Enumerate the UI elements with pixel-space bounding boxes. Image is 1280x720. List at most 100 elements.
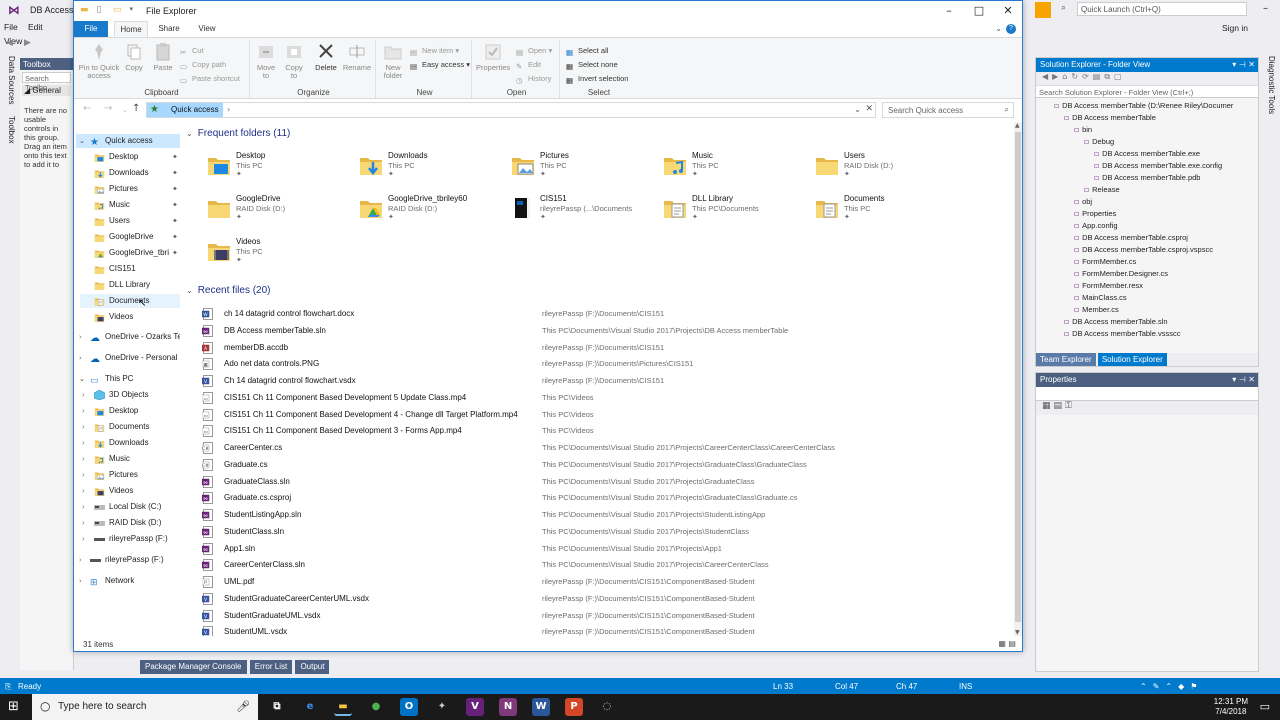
recent-file-row[interactable]: C# CareerCenter.cs This PC\Documents\Visua… <box>200 440 1000 456</box>
feedback-flag-icon[interactable] <box>1035 2 1051 18</box>
nav-pc-item[interactable]: › rileyrePassp (F:) <box>80 532 180 546</box>
select-none-button[interactable]: ▦ Select none <box>566 59 618 71</box>
solution-tree-item[interactable]: ▫ App.config <box>1036 220 1258 232</box>
recent-file-row[interactable]: ⋈ DB Access memberTable.sln This PC\Docume… <box>200 323 1000 339</box>
status-tray-icons[interactable]: ⌃✎⌃◆⚑ <box>1140 682 1203 691</box>
app-bird-taskbar-icon[interactable]: ✦ <box>433 698 451 716</box>
vs-sign-in-link[interactable]: Sign in <box>1222 23 1248 33</box>
nav-pinned-item[interactable]: Users ✦ <box>80 214 180 228</box>
recent-file-row[interactable]: V StudentGraduateCareerCenterUML.vsdx rile… <box>200 591 1000 607</box>
nav-pc-item[interactable]: › Local Disk (C:) <box>80 500 180 514</box>
panel-controls-icon[interactable]: ▾ ⊣ ✕ <box>1232 375 1255 384</box>
expand-chevron-icon[interactable]: › <box>79 574 82 588</box>
properties-object-dropdown[interactable] <box>1036 387 1258 401</box>
data-sources-tab[interactable]: Data Sources <box>2 56 16 104</box>
solution-tree-item[interactable]: ▫ DB Access memberTable.vssscc <box>1036 328 1258 340</box>
categorized-icon[interactable]: ▦▤⚿ <box>1042 401 1075 411</box>
recent-file-row[interactable]: ⋈ GraduateClass.sln This PC\Documents\Visu… <box>200 474 1000 490</box>
recent-file-row[interactable]: ▭ CIS151 Ch 11 Component Based Developmen… <box>200 423 1000 439</box>
vs-menu-edit[interactable]: Edit <box>24 20 47 34</box>
frequent-folder-tile[interactable]: GoogleDrive_tbriley60 RAID Disk (D:) ✦ <box>338 191 488 231</box>
powerpoint-taskbar-icon[interactable]: P <box>565 698 583 716</box>
expand-chevron-icon[interactable]: › <box>82 532 85 546</box>
recent-file-row[interactable]: V StudentUML.vsdx rileyrePassp (F:)\Docume… <box>200 624 1000 636</box>
recent-file-row[interactable]: ▦ Ado net data controls.PNG rileyrePassp (… <box>200 356 1000 372</box>
nav-onedrive-ozarks[interactable]: › ☁ OneDrive - Ozarks Te <box>76 330 180 344</box>
nav-pinned-item[interactable]: Downloads ✦ <box>80 166 180 180</box>
delete-button[interactable]: Delete <box>312 42 340 72</box>
error-list-tab[interactable]: Error List <box>249 660 293 674</box>
content-scrollbar[interactable]: ▲ ▼ <box>1014 122 1022 636</box>
pin-to-quick-access-button[interactable]: Pin to Quick access <box>76 42 122 80</box>
nav-pc-item[interactable]: › Music <box>80 452 180 466</box>
rename-button[interactable]: Rename <box>342 42 372 72</box>
frequent-folder-tile[interactable]: Videos This PC ✦ <box>186 234 336 274</box>
frequent-folder-tile[interactable]: CIS151 rileyrePassp (...\Documents ✦ <box>490 191 640 231</box>
help-icon[interactable]: ? <box>1006 24 1016 34</box>
quick-launch-input[interactable]: Quick Launch (Ctrl+Q) <box>1077 2 1247 16</box>
nav-pc-item[interactable]: › 3D Objects <box>80 388 180 402</box>
close-button[interactable]: ✕ <box>993 3 1023 19</box>
nav-pinned-item[interactable]: Desktop ✦ <box>80 150 180 164</box>
expand-chevron-icon[interactable]: › <box>82 500 85 514</box>
refresh-icon[interactable]: ✕ <box>865 104 873 114</box>
cut-button[interactable]: ✂ Cut <box>180 45 204 57</box>
edge-taskbar-icon[interactable]: e <box>301 698 319 716</box>
scroll-down-icon[interactable]: ▼ <box>1015 629 1020 636</box>
easy-access-button[interactable]: ▤ Easy access ▾ <box>410 59 470 71</box>
frequent-folder-tile[interactable]: Downloads This PC ✦ <box>338 148 488 188</box>
word-taskbar-icon[interactable]: W <box>532 698 550 716</box>
nav-pinned-item[interactable]: Pictures ✦ <box>80 182 180 196</box>
panel-controls-icon[interactable]: ▾ ⊣ ✕ <box>1232 60 1255 69</box>
solution-explorer-search-input[interactable]: Search Solution Explorer - Folder View (… <box>1036 86 1258 98</box>
vs-back-icon[interactable]: ◀ <box>6 38 13 48</box>
copy-button[interactable]: Copy <box>122 42 146 72</box>
output-tab[interactable]: Output <box>295 660 330 674</box>
move-to-button[interactable]: Move to <box>254 42 278 80</box>
expand-chevron-icon[interactable]: › <box>79 351 82 365</box>
vs-forward-icon[interactable]: ▶ <box>24 38 31 48</box>
solution-tree-item[interactable]: ▫ FormMember.cs <box>1036 256 1258 268</box>
search-quick-access-input[interactable]: Search Quick access ⌕ <box>882 102 1014 118</box>
nav-pc-item[interactable]: › Downloads <box>80 436 180 450</box>
invert-selection-button[interactable]: ▦ Invert selection <box>566 73 628 85</box>
collapse-chevron-icon[interactable]: ⌄ <box>79 134 85 148</box>
edit-button[interactable]: ✎ Edit <box>516 59 541 71</box>
taskbar-clock[interactable]: 12:31 PM 7/4/2018 <box>1214 697 1248 717</box>
nav-recent-item[interactable]: Videos <box>80 310 180 324</box>
new-folder-button[interactable]: New folder <box>380 42 406 80</box>
forward-arrow-icon[interactable]: → <box>104 103 112 114</box>
history-button[interactable]: ◷ History <box>516 73 551 85</box>
nav-recent-item[interactable]: CIS151 <box>80 262 180 276</box>
solution-tree-item[interactable]: ▫ Member.cs <box>1036 304 1258 316</box>
scrollbar-thumb[interactable] <box>1015 132 1021 622</box>
recent-file-row[interactable]: ▭ CIS151 Ch 11 Component Based Developmen… <box>200 390 1000 406</box>
copy-path-button[interactable]: ▭ Copy path <box>180 59 226 71</box>
solution-tree-item[interactable]: ▫ DB Access memberTable.sln <box>1036 316 1258 328</box>
solution-tree-item[interactable]: ▫ DB Access memberTable.exe <box>1036 148 1258 160</box>
recent-files-header[interactable]: ⌄ Recent files (20) <box>186 285 271 296</box>
minimize-button[interactable]: – <box>934 3 964 19</box>
nav-recent-item[interactable]: DLL Library <box>80 278 180 292</box>
select-all-button[interactable]: ▦ Select all <box>566 45 608 57</box>
nav-pinned-item[interactable]: Music ✦ <box>80 198 180 212</box>
solution-tree-item[interactable]: ▫ obj <box>1036 196 1258 208</box>
open-button[interactable]: ▤ Open ▾ <box>516 45 552 57</box>
onenote-taskbar-icon[interactable]: N <box>499 698 517 716</box>
recent-file-row[interactable]: ⋈ CareerCenterClass.sln This PC\Documents\… <box>200 557 1000 573</box>
solution-tree-item[interactable]: ▫ DB Access memberTable.csproj <box>1036 232 1258 244</box>
team-explorer-tab[interactable]: Team Explorer <box>1036 353 1096 366</box>
solution-tree-item[interactable]: ▫ FormMember.resx <box>1036 280 1258 292</box>
expand-ribbon-icon[interactable]: ⌄ <box>995 24 1002 33</box>
expand-chevron-icon[interactable]: › <box>82 468 85 482</box>
nav-pc-item[interactable]: › RAID Disk (D:) <box>80 516 180 530</box>
frequent-folders-header[interactable]: ⌄ Frequent folders (11) <box>186 128 290 139</box>
nav-pc-item[interactable]: › Pictures <box>80 468 180 482</box>
solution-tree-item[interactable]: ▫ DB Access memberTable.exe.config <box>1036 160 1258 172</box>
minimize-icon[interactable]: – <box>1263 3 1268 14</box>
expand-chevron-icon[interactable]: › <box>82 388 85 402</box>
address-bar[interactable]: ★ Quick access › ⌄ ✕ <box>146 102 876 118</box>
nav-pc-item[interactable]: › Documents <box>80 420 180 434</box>
collapse-chevron-icon[interactable]: ⌄ <box>79 372 85 386</box>
solution-explorer-tab[interactable]: Solution Explorer <box>1097 353 1167 366</box>
